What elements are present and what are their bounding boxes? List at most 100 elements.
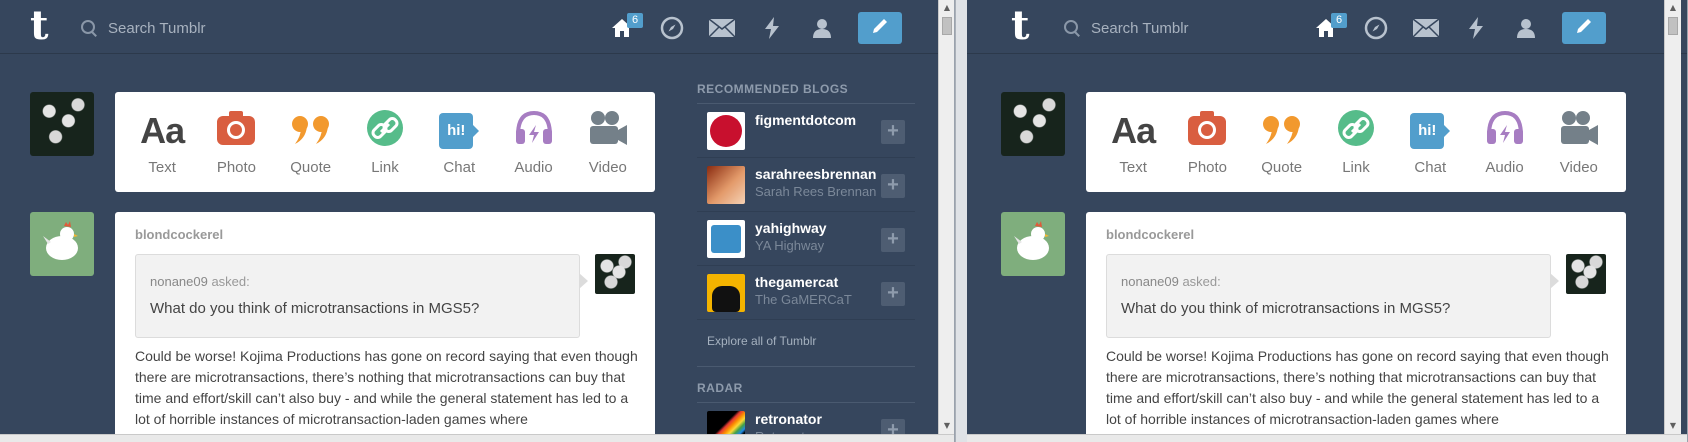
quote-icon bbox=[291, 112, 331, 149]
link-icon bbox=[366, 109, 404, 152]
follow-button[interactable]: + bbox=[881, 120, 905, 144]
post-quote-button[interactable]: Quote bbox=[1247, 109, 1317, 176]
dashboard-badge: 6 bbox=[627, 13, 643, 28]
asked-suffix: asked: bbox=[207, 274, 250, 289]
blog-name[interactable]: figmentdotcom bbox=[755, 112, 883, 128]
scroll-down-arrow[interactable]: ▼ bbox=[1665, 418, 1681, 434]
search-input[interactable] bbox=[108, 19, 308, 37]
ya-logo-icon bbox=[711, 225, 741, 253]
post-type-label: Text bbox=[1119, 158, 1147, 176]
chat-icon-text: hi! bbox=[1418, 121, 1437, 139]
person-icon[interactable] bbox=[1512, 13, 1540, 43]
compass-icon[interactable] bbox=[1362, 13, 1390, 43]
search-bar[interactable] bbox=[1063, 16, 1291, 40]
post-photo-button[interactable]: Photo bbox=[201, 109, 271, 176]
text-icon: Aa bbox=[140, 109, 185, 151]
ask-post: blondcockerel nonane09 asked: What do yo… bbox=[115, 212, 655, 442]
home-icon[interactable]: 6 bbox=[608, 13, 643, 43]
asker-name[interactable]: nonane09 bbox=[150, 274, 208, 289]
headphones-icon bbox=[515, 110, 553, 150]
asker-line: nonane09 asked: bbox=[1121, 274, 1221, 289]
cat-icon bbox=[712, 286, 740, 312]
follow-button[interactable]: + bbox=[881, 282, 905, 306]
blog-name[interactable]: yahighway bbox=[755, 220, 883, 236]
quote-icon bbox=[1262, 112, 1302, 149]
recommended-blog-item[interactable]: sarahreesbrennan Sarah Rees Brennan + bbox=[697, 158, 915, 212]
tumblr-logo[interactable]: t bbox=[1011, 6, 1043, 46]
compass-icon[interactable] bbox=[658, 13, 686, 43]
search-bar[interactable] bbox=[80, 16, 308, 40]
post-type-label: Audio bbox=[514, 158, 553, 176]
link-icon bbox=[1337, 109, 1375, 152]
search-input[interactable] bbox=[1091, 19, 1291, 37]
blog-name[interactable]: retronator bbox=[755, 411, 883, 427]
follow-button[interactable]: + bbox=[881, 174, 905, 198]
post-author[interactable]: blondcockerel bbox=[1106, 227, 1194, 242]
window-bottom-edge bbox=[967, 434, 1687, 442]
scroll-thumb[interactable] bbox=[1668, 17, 1678, 35]
search-icon bbox=[1063, 19, 1081, 37]
asker-name[interactable]: nonane09 bbox=[1121, 274, 1179, 289]
post-audio-button[interactable]: Audio bbox=[1470, 109, 1540, 176]
post-type-bar: Aa Text Photo Quote Link hi! Chat Audio … bbox=[115, 92, 655, 192]
post-chat-button[interactable]: hi! Chat bbox=[424, 109, 494, 176]
compose-button[interactable] bbox=[858, 12, 902, 44]
browser-window-right: t 6 bbox=[967, 0, 1688, 442]
ask-bubble: nonane09 asked: What do you think of mic… bbox=[135, 254, 588, 338]
post-audio-button[interactable]: Audio bbox=[499, 109, 569, 176]
post-author-avatar[interactable] bbox=[1001, 212, 1065, 276]
person-icon[interactable] bbox=[808, 13, 836, 43]
lightning-icon[interactable] bbox=[1462, 13, 1490, 43]
blog-title: The GaMERCaT bbox=[755, 292, 852, 307]
tumblr-logo[interactable]: t bbox=[30, 6, 62, 46]
post-link-button[interactable]: Link bbox=[1321, 109, 1391, 176]
vertical-scrollbar[interactable]: ▲ ▼ bbox=[938, 0, 954, 442]
window-separator bbox=[955, 0, 967, 442]
vertical-scrollbar[interactable]: ▲ ▼ bbox=[1664, 0, 1681, 442]
blog-avatar bbox=[707, 274, 745, 312]
chat-icon: hi! bbox=[1410, 112, 1451, 149]
window-bottom-edge bbox=[0, 434, 954, 442]
recommended-blog-item[interactable]: yahighway YA Highway + bbox=[697, 212, 915, 266]
post-chat-button[interactable]: hi! Chat bbox=[1395, 109, 1465, 176]
dashboard-badge: 6 bbox=[1331, 13, 1347, 28]
post-quote-button[interactable]: Quote bbox=[276, 109, 346, 176]
recommended-blog-item[interactable]: figmentdotcom + bbox=[697, 104, 915, 158]
text-icon: Aa bbox=[1111, 109, 1156, 151]
blog-title: Sarah Rees Brennan bbox=[755, 184, 877, 199]
asker-avatar[interactable] bbox=[1566, 254, 1606, 294]
post-type-label: Quote bbox=[1261, 158, 1303, 176]
user-avatar[interactable] bbox=[1001, 92, 1065, 156]
asker-line: nonane09 asked: bbox=[150, 274, 250, 289]
recommended-blogs-heading: RECOMMENDED BLOGS bbox=[697, 82, 915, 104]
nav-icons: 6 bbox=[1312, 12, 1606, 44]
blog-name[interactable]: sarahreesbrennan bbox=[755, 166, 883, 182]
scroll-up-arrow[interactable]: ▲ bbox=[1665, 0, 1681, 16]
scroll-thumb[interactable] bbox=[942, 17, 952, 35]
post-link-button[interactable]: Link bbox=[350, 109, 420, 176]
post-type-label: Video bbox=[588, 158, 627, 176]
explore-link[interactable]: Explore all of Tumblr bbox=[697, 320, 915, 367]
mail-icon[interactable] bbox=[708, 13, 736, 43]
post-video-button[interactable]: Video bbox=[573, 109, 643, 176]
post-type-label: Chat bbox=[443, 158, 476, 176]
post-author[interactable]: blondcockerel bbox=[135, 227, 223, 242]
home-icon[interactable]: 6 bbox=[1312, 13, 1347, 43]
scroll-down-arrow[interactable]: ▼ bbox=[939, 418, 954, 434]
blog-name[interactable]: thegamercat bbox=[755, 274, 883, 290]
post-author-avatar[interactable] bbox=[30, 212, 94, 276]
mail-icon[interactable] bbox=[1412, 13, 1440, 43]
lightning-icon[interactable] bbox=[758, 13, 786, 43]
post-text-button[interactable]: Aa Text bbox=[1098, 109, 1168, 176]
follow-button[interactable]: + bbox=[881, 228, 905, 252]
recommended-blog-item[interactable]: thegamercat The GaMERCaT + bbox=[697, 266, 915, 320]
post-video-button[interactable]: Video bbox=[1544, 109, 1614, 176]
post-type-label: Audio bbox=[1485, 158, 1524, 176]
user-avatar[interactable] bbox=[30, 92, 94, 156]
compose-button[interactable] bbox=[1562, 12, 1606, 44]
blog-title: YA Highway bbox=[755, 238, 825, 253]
asker-avatar[interactable] bbox=[595, 254, 635, 294]
post-text-button[interactable]: Aa Text bbox=[127, 109, 197, 176]
scroll-up-arrow[interactable]: ▲ bbox=[939, 0, 954, 16]
post-photo-button[interactable]: Photo bbox=[1172, 109, 1242, 176]
